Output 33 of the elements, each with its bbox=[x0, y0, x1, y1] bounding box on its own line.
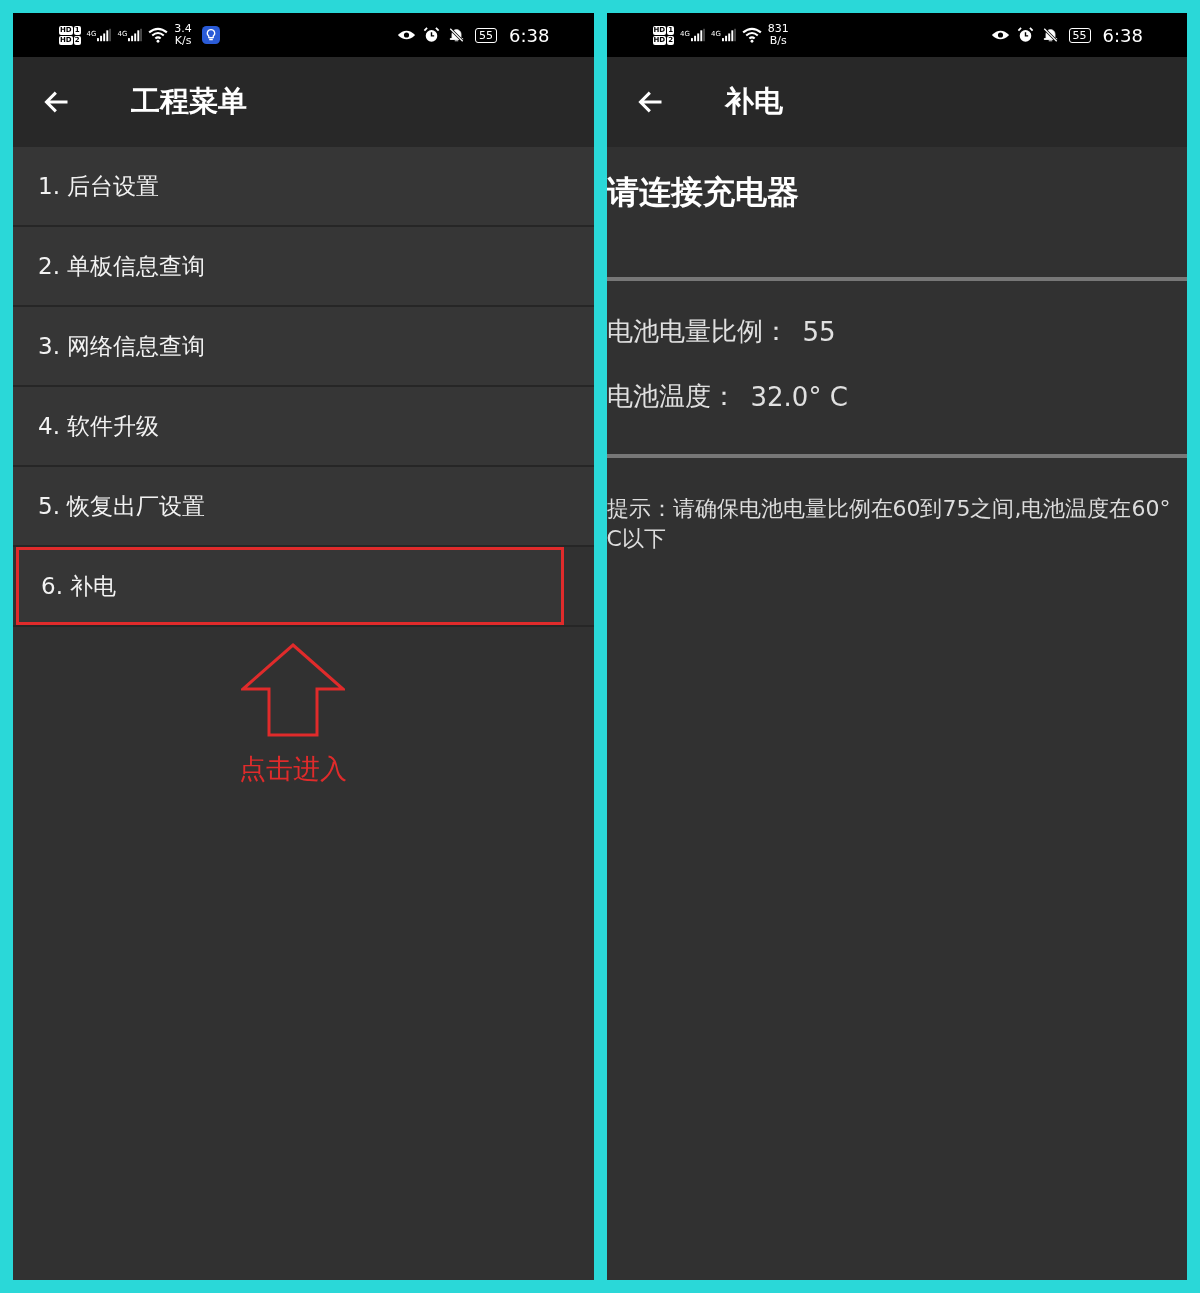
alarm-icon bbox=[422, 27, 442, 43]
signal-icon bbox=[97, 28, 112, 42]
network-speed: B/s bbox=[769, 35, 787, 47]
menu-item[interactable]: 5. 恢复出厂设置 bbox=[13, 467, 594, 545]
alarm-icon bbox=[1015, 27, 1035, 43]
network-speed: 3.4 bbox=[174, 23, 192, 35]
wifi-icon bbox=[741, 27, 762, 43]
menu-item[interactable]: 3. 网络信息查询 bbox=[13, 307, 594, 385]
annotation-caption: 点击进入 bbox=[239, 752, 347, 786]
clock-time: 6:38 bbox=[509, 24, 550, 46]
up-arrow-icon bbox=[241, 643, 345, 737]
reading-value: 32.0° C bbox=[750, 381, 848, 412]
menu-item[interactable]: 6. 补电 bbox=[16, 547, 564, 625]
wifi-icon bbox=[148, 27, 169, 43]
screen-title: 补电 bbox=[724, 83, 783, 120]
reading-label: 电池电量比例： bbox=[606, 315, 789, 348]
reading-label: 电池温度： bbox=[606, 380, 737, 413]
prompt-heading: 请连接充电器 bbox=[606, 172, 800, 213]
battery-indicator: 55 bbox=[475, 27, 498, 43]
clock-time: 6:38 bbox=[1102, 24, 1143, 46]
network-speed: K/s bbox=[174, 35, 192, 47]
menu-item[interactable]: 4. 软件升级 bbox=[13, 387, 594, 465]
bulb-icon bbox=[201, 26, 220, 44]
signal-icon bbox=[690, 28, 705, 42]
tip-text: 提示：请确保电池电量比例在60到75之间,电池温度在60°C以下 bbox=[606, 495, 1172, 553]
menu-item[interactable]: 1. 后台设置 bbox=[13, 147, 594, 225]
screen-title: 工程菜单 bbox=[131, 83, 247, 120]
reading-value: 55 bbox=[802, 316, 836, 347]
signal-icon bbox=[128, 28, 143, 42]
signal-icon bbox=[721, 28, 736, 42]
network-speed: 831 bbox=[767, 23, 789, 35]
menu-item[interactable]: 2. 单板信息查询 bbox=[13, 227, 594, 305]
battery-indicator: 55 bbox=[1068, 27, 1091, 43]
